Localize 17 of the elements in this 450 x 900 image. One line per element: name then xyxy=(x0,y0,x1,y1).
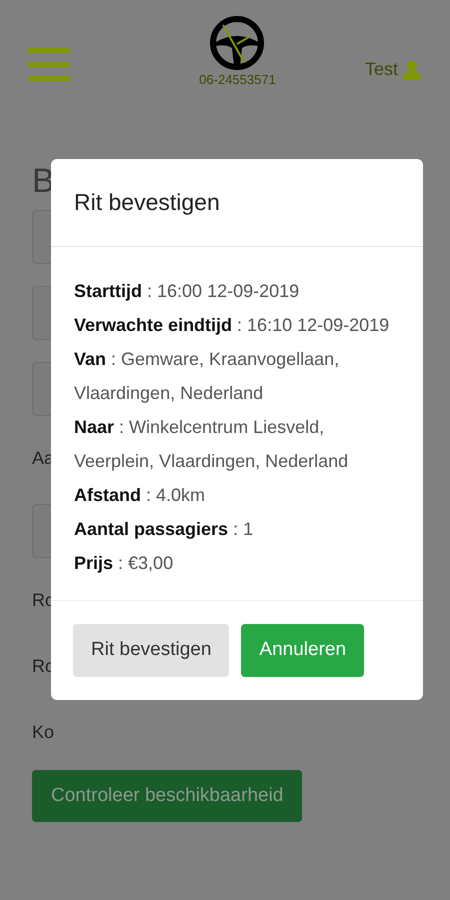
detail-line: Afstand : 4.0km xyxy=(74,484,206,507)
user-link[interactable]: Test xyxy=(364,56,422,83)
steering-wheel-icon xyxy=(208,16,266,70)
detail-line: Van : Gemware, Kraanvogellaan, Vlaardingen, Nederland xyxy=(74,348,340,405)
detail-line: Naar : Winkelcentrum Liesveld, Veerplein, Vlaardingen, Nederland xyxy=(74,416,350,473)
dialog-title: Rit bevestigen xyxy=(74,188,220,218)
menu-icon[interactable] xyxy=(28,48,70,82)
phone-number: 06-24553571 xyxy=(199,71,276,89)
check-availability-button[interactable]: Controleer beschikbaarheid xyxy=(32,770,302,822)
user-icon xyxy=(402,60,422,80)
confirm-button[interactable]: Rit bevestigen xyxy=(73,624,230,677)
form-label: Ko xyxy=(32,721,56,744)
detail-line: Prijs : €3,00 xyxy=(74,552,174,575)
detail-line: Starttijd : 16:00 12-09-2019 xyxy=(74,280,300,303)
cancel-button[interactable]: Annuleren xyxy=(241,624,364,677)
detail-line: Verwachte eindtijd : 16:10 12-09-2019 xyxy=(74,314,390,337)
detail-line: Aantal passagiers : 1 xyxy=(74,518,254,541)
